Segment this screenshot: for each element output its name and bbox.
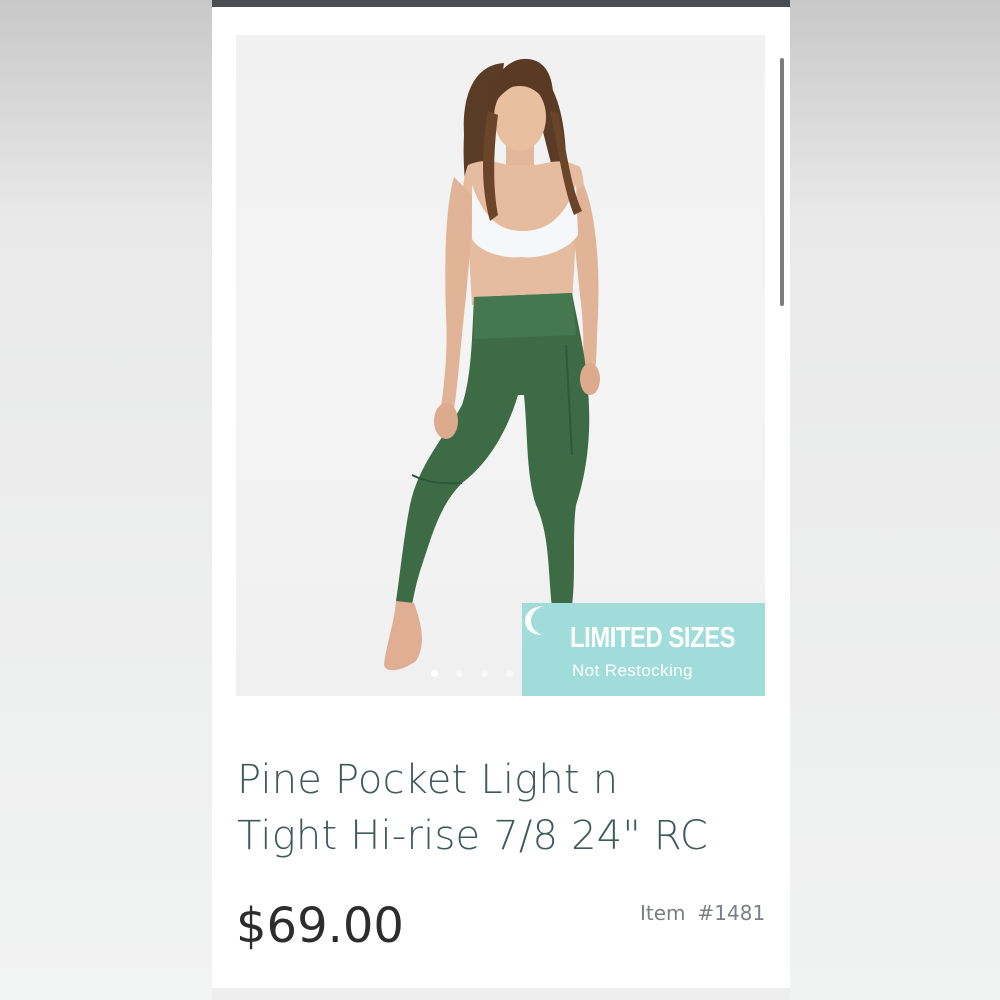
badge-title: LIMITED SIZES bbox=[570, 622, 736, 654]
product-title-line: Tight Hi-rise 7/8 24" RC bbox=[237, 813, 709, 859]
limited-sizes-badge: LIMITED SIZES Not Restocking bbox=[522, 603, 765, 696]
status-bar bbox=[212, 0, 790, 7]
item-number: Item #1481 bbox=[640, 901, 765, 925]
carousel-dot[interactable] bbox=[481, 670, 488, 677]
model-illustration bbox=[384, 58, 600, 671]
badge-subtitle: Not Restocking bbox=[572, 661, 693, 680]
product-image[interactable]: LIMITED SIZES Not Restocking bbox=[236, 35, 765, 696]
crescent-moon-icon bbox=[525, 606, 544, 635]
product-title-line: Pine Pocket Light n bbox=[237, 757, 619, 803]
carousel-dot[interactable] bbox=[456, 670, 463, 677]
background-left bbox=[0, 0, 212, 1000]
carousel-dot[interactable] bbox=[431, 670, 438, 677]
product-price: $69.00 bbox=[236, 898, 404, 954]
scrollbar[interactable] bbox=[780, 58, 784, 306]
bottom-edge bbox=[212, 988, 790, 1000]
background-right bbox=[790, 0, 1000, 1000]
product-page: LIMITED SIZES Not Restocking Pine Pocket… bbox=[212, 0, 790, 988]
carousel-dot[interactable] bbox=[506, 670, 513, 677]
item-label: Item bbox=[640, 901, 686, 925]
item-number-value: #1481 bbox=[697, 901, 766, 925]
product-title: Pine Pocket Light n Tight Hi-rise 7/8 24… bbox=[237, 752, 757, 864]
